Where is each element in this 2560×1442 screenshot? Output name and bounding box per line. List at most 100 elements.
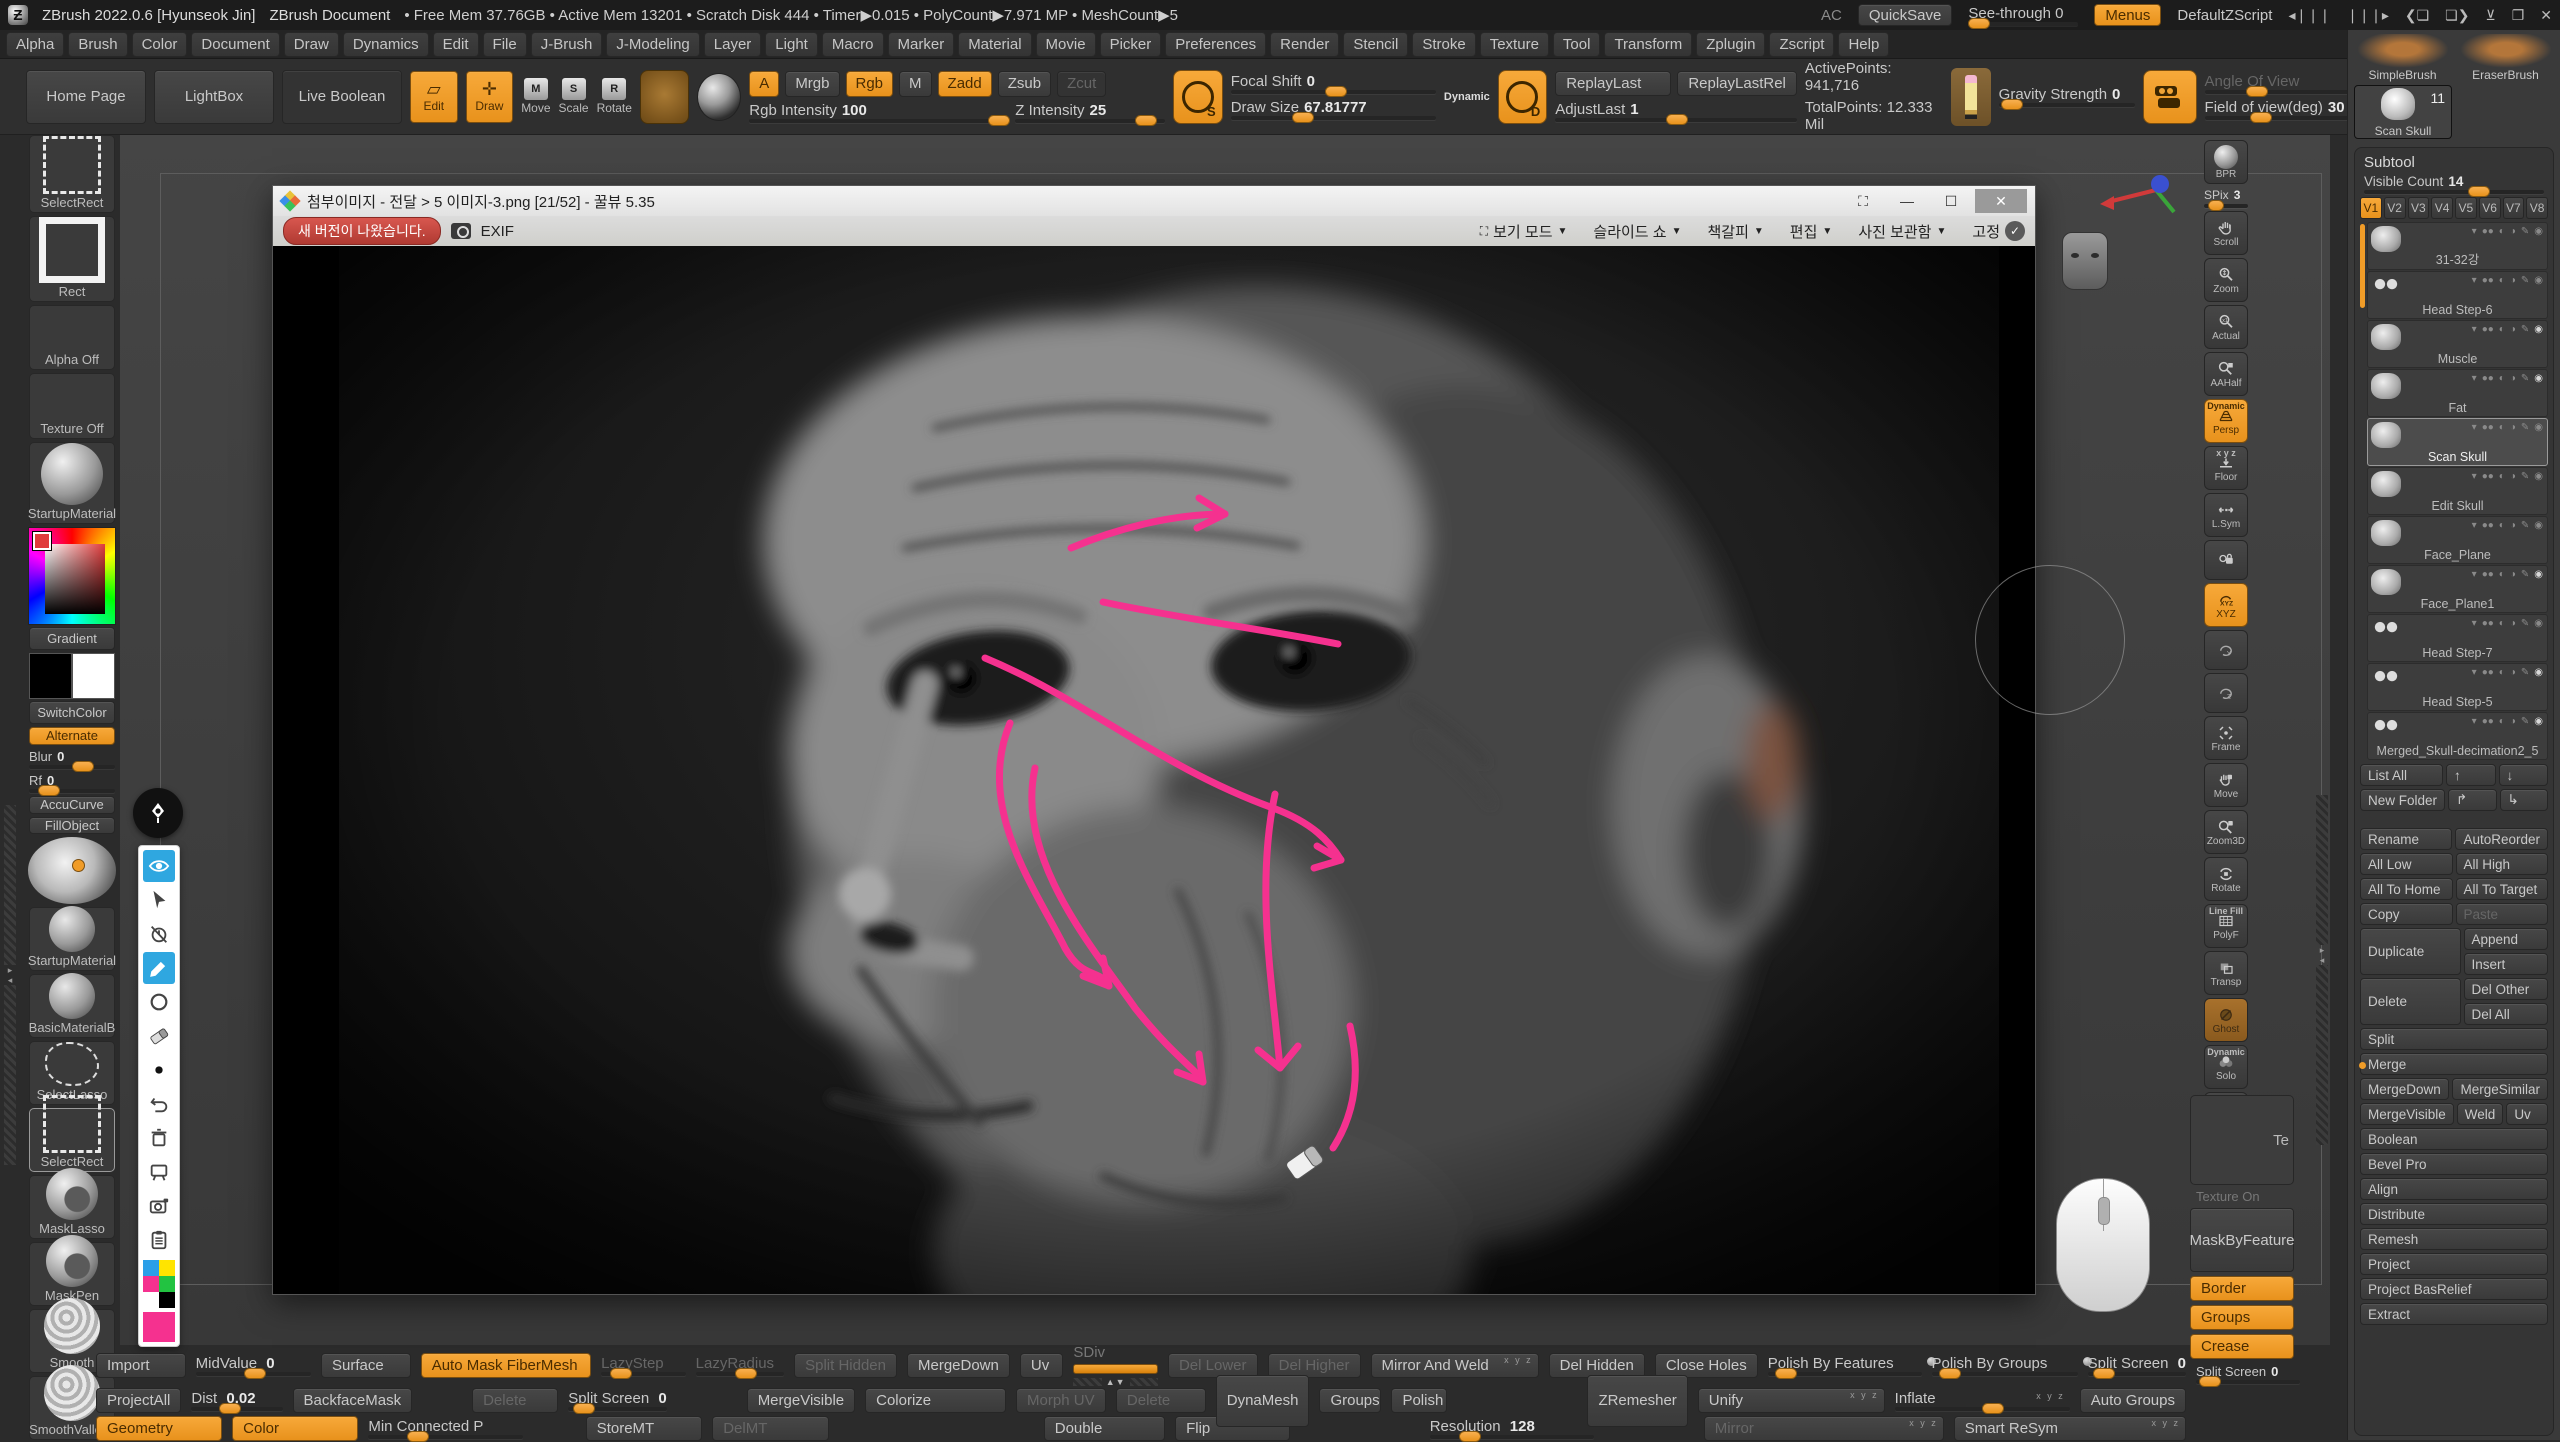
rgb-chip[interactable]: Rgb [846,71,894,97]
replay-last-rel-button[interactable]: ReplayLastRel [1677,71,1797,96]
subtool-row-head-step-6[interactable]: ▾●●◐◑✎◉Head Step-6 [2367,271,2548,319]
dynamesh-button[interactable]: DynaMesh [1216,1375,1310,1427]
uv-toggle-icon[interactable]: ◑ [2510,373,2516,384]
mergedown-button[interactable]: MergeDown [907,1353,1010,1378]
polypaint-brush-icon[interactable]: ✎ [2521,471,2529,482]
color-picker[interactable] [28,527,116,625]
gravity-strength-slider[interactable]: Gravity Strength0 [1999,86,2136,107]
shaded-toggle-icon[interactable]: ◐ [2499,373,2505,384]
paint-toggle-icon[interactable]: ●● [2482,716,2494,727]
subtool-tab-v1[interactable]: V1 [2360,197,2382,219]
shaded-toggle-icon[interactable]: ◐ [2499,324,2505,335]
del-hidden-button[interactable]: Del Hidden [1549,1353,1645,1378]
zsub-chip[interactable]: Zsub [998,71,1051,97]
projectall-button[interactable]: ProjectAll [96,1388,181,1413]
texture-off-slot[interactable]: Texture Off [29,373,115,438]
selectrect-slot[interactable]: SelectRect [29,1108,115,1172]
surface-button[interactable]: Surface [321,1353,411,1378]
axis-gizmo[interactable] [2090,168,2180,228]
divider-icon[interactable]: ❮❏ [2405,7,2429,24]
current-tool-slot[interactable]: 11 Scan Skull [2354,85,2452,139]
menu-item-j-brush[interactable]: J-Brush [531,32,603,57]
visibility-eye-icon[interactable]: ◉ [2534,716,2543,727]
uv-toggle-icon[interactable]: ◑ [2510,471,2516,482]
menu-item-file[interactable]: File [483,32,527,57]
home-page-button[interactable]: Home Page [26,70,146,124]
polypaint-brush-icon[interactable]: ✎ [2521,667,2529,678]
subtool-tab-v5[interactable]: V5 [2455,197,2477,219]
rgb-intensity-slider[interactable]: Rgb Intensity100 [749,102,1009,123]
startupmaterial-slot[interactable]: StartupMaterial [29,442,115,524]
uv-button[interactable]: Uv [1020,1353,1064,1378]
zoom-strip-button[interactable]: Zoom [2204,258,2248,302]
menu-item-stroke[interactable]: Stroke [1412,32,1475,57]
delete-button[interactable]: Delete [472,1388,558,1413]
polish-by-groups-slider[interactable]: Polish By Groups [1932,1355,2078,1376]
exif-button[interactable]: EXIF [481,223,514,240]
restore-button[interactable]: ❐ [2512,7,2525,24]
subtool-row-head-step-5[interactable]: ▾●●◐◑✎◉Head Step-5 [2367,663,2548,711]
uv-toggle-icon[interactable]: ◑ [2510,520,2516,531]
copy-button[interactable]: Copy [2360,903,2453,925]
collapse-arrow-icon[interactable]: ▾ [2472,373,2477,384]
subtool-row-merged-skull-decimation2-5[interactable]: ▾●●◐◑✎◉Merged_Skull-decimation2_5 [2367,712,2548,760]
frame-strip-button[interactable]: Frame [2204,716,2248,760]
right-tray-toggle-icon[interactable]: ❘❘❘▸ [2347,7,2389,24]
dist-slider[interactable]: Dist 0.02 [191,1390,282,1411]
autoreorder-button[interactable]: AutoReorder [2455,828,2548,850]
paint-toggle-icon[interactable]: ●● [2482,275,2494,286]
lazy-mouse-pencil-icon[interactable] [1951,68,1991,126]
all-to-target-button[interactable]: All To Target [2456,878,2549,900]
subtool-row-head-step-7[interactable]: ▾●●◐◑✎◉Head Step-7 [2367,614,2548,662]
current-material-sphere[interactable] [697,73,741,121]
focal-shift-slider[interactable]: Focal Shift0 [1231,73,1436,94]
rf-slot[interactable]: Rf0 [29,772,115,793]
subtool-tab-v8[interactable]: V8 [2526,197,2548,219]
-button[interactable]: ↑ [2446,764,2496,786]
zremesher-button[interactable]: ZRemesher [1587,1375,1687,1427]
minimize-button[interactable]: ⊻ [2485,7,2495,24]
rename-button[interactable]: Rename [2360,828,2452,850]
basicmaterialb-slot[interactable]: BasicMaterialB [29,974,115,1038]
uv-toggle-icon[interactable]: ◑ [2510,324,2516,335]
draw-size-slider[interactable]: Draw Size67.81777 [1231,99,1436,120]
menu-item-edit[interactable]: Edit [433,32,479,57]
subtool-row-edit-skull[interactable]: ▾●●◐◑✎◉Edit Skull [2367,467,2548,515]
polish-by-features-slider[interactable]: Polish By Features [1768,1355,1922,1376]
masklasso-slot[interactable]: MaskLasso [29,1175,115,1239]
default-zscript-button[interactable]: DefaultZScript [2177,7,2272,24]
visibility-eye-icon[interactable]: ◉ [2534,618,2543,629]
menu-item-material[interactable]: Material [958,32,1031,57]
edit-menu[interactable]: 편집▼ [1790,221,1833,242]
polypaint-brush-icon[interactable]: ✎ [2521,324,2529,335]
floor-strip-button[interactable]: x y zFloor [2204,446,2248,490]
palette-color-5[interactable] [159,1292,175,1308]
subtool-row-31-32강[interactable]: ▾●●◐◑✎◉31-32강 [2367,222,2548,270]
timer-off-icon[interactable] [143,918,175,950]
shaded-toggle-icon[interactable]: ◐ [2499,618,2505,629]
min-connected-p-slider[interactable]: Min Connected P [368,1418,522,1439]
selectrect-slot[interactable]: SelectRect [29,135,115,213]
groups-button[interactable]: Groups [2190,1305,2294,1330]
menu-item-draw[interactable]: Draw [284,32,339,57]
collapse-arrow-icon[interactable]: ▾ [2472,422,2477,433]
dynamic-label[interactable]: Dynamic [1444,91,1490,103]
menu-item-alpha[interactable]: Alpha [6,32,64,57]
uv-toggle-icon[interactable]: ◑ [2510,275,2516,286]
zadd-chip[interactable]: Zadd [938,71,992,97]
accucurve-slot[interactable]: AccuCurve [29,796,115,814]
maskpen-slot[interactable]: MaskPen [29,1242,115,1306]
polyf-strip-button[interactable]: Line FillPolyF [2204,904,2248,948]
menu-item-transform[interactable]: Transform [1604,32,1692,57]
palette-color-2[interactable] [143,1276,159,1292]
collapse-arrow-icon[interactable]: ▾ [2472,667,2477,678]
del-other-button[interactable]: Del Other [2464,978,2549,1000]
shaded-toggle-icon[interactable]: ◐ [2499,422,2505,433]
main-color-swatch[interactable] [29,653,72,699]
mirror-and-weld-button[interactable]: x y zMirror And Weld [1371,1353,1539,1378]
lightbox-button[interactable]: LightBox [154,70,274,124]
subtool-tab-v7[interactable]: V7 [2503,197,2525,219]
cursor-icon[interactable] [143,884,175,916]
polypaint-brush-icon[interactable]: ✎ [2521,716,2529,727]
gradient-slot[interactable]: Gradient [28,527,116,650]
